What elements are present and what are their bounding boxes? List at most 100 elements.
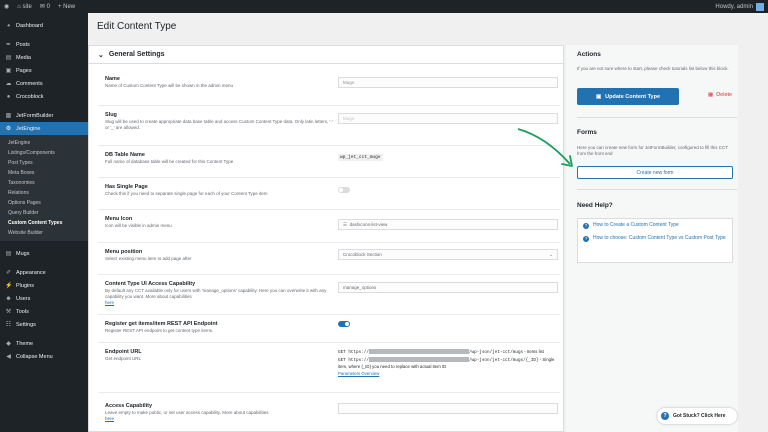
field-endpoint-url: Endpoint URL Get endpoint URL GET https:/… [98, 342, 560, 392]
sidebar-item-mugs[interactable]: ▤ Mugs [0, 247, 88, 260]
menu-position-select[interactable]: Crocoblock Section ⌄ [338, 249, 558, 260]
sidebar-item-comments[interactable]: ☁ Comments [0, 77, 88, 90]
field-desc: Name of Custom Content Type will be show… [105, 83, 233, 88]
submenu-item[interactable]: Relations [0, 188, 88, 198]
submenu-item[interactable]: Website Builder [0, 228, 88, 238]
sidebar-item-posts[interactable]: ✒ Posts [0, 38, 88, 51]
field-desc: Leave empty to make public, or set user … [105, 410, 335, 422]
sidebar-item-label: JetFormBuilder [16, 112, 54, 119]
sidebar-item-appearance[interactable]: ✐ Appearance [0, 266, 88, 279]
sidebar-item-settings[interactable]: ☷ Settings [0, 318, 88, 331]
rest-endpoint-toggle[interactable] [338, 321, 350, 327]
form-icon: ▩ [5, 113, 12, 119]
create-new-form-button[interactable]: Create new form [577, 166, 733, 179]
submenu-item[interactable]: Listings/Components [0, 148, 88, 158]
field-access-capability: Access Capability Leave empty to make pub… [98, 392, 560, 432]
single-page-toggle[interactable] [338, 187, 350, 193]
general-settings-panel: ⌄ General Settings Name Name of Custom Co… [88, 45, 564, 432]
comments-link[interactable]: ✉ 0 [40, 3, 50, 10]
trash-icon: ▦ [708, 92, 714, 98]
sidebar-item-dashboard[interactable]: ◕ Dashboard [0, 19, 88, 32]
general-settings-header[interactable]: ⌄ General Settings [89, 46, 563, 64]
settings-icon: ☷ [5, 322, 12, 328]
update-content-type-button[interactable]: ▣ Update Content Type [577, 88, 679, 105]
sidebar-item-label: Posts [16, 41, 30, 48]
field-rest-endpoint: Register get items/item REST API Endpoin… [98, 314, 560, 342]
admin-sidebar: ◕ Dashboard ✒ Posts ▤ Media ▣ Pages ☁ Comment… [0, 13, 88, 432]
field-label: Slug [105, 112, 117, 118]
access-capability-input[interactable] [338, 403, 558, 414]
field-db-table: DB Table Name Full name of database table… [98, 145, 560, 177]
db-table-name: wp_jet_cct_mugs [338, 154, 383, 161]
endpoint-path: /wp-json/jet-cct/mugs/{_ID} [468, 357, 539, 363]
chevron-down-icon: ⌄ [549, 252, 553, 257]
menu-icon-picker[interactable]: ☰ dashicons-list-view [338, 219, 558, 230]
account-menu[interactable]: Howdy, admin [715, 2, 764, 11]
sidebar-item-label: Collapse Menu [16, 353, 53, 360]
avatar [756, 2, 764, 11]
comment-icon: ☁ [5, 81, 12, 87]
user-icon: ☻ [5, 295, 12, 302]
delete-button[interactable]: ▦ Delete [708, 92, 732, 98]
wrench-icon: ⚒ [5, 309, 12, 315]
site-name: site [22, 3, 32, 10]
wordpress-logo-icon[interactable]: ◉ [4, 3, 9, 10]
plugin-icon: ⚡ [5, 283, 13, 289]
capabilities-link[interactable]: here [105, 300, 114, 305]
sidebar-item-media[interactable]: ▤ Media [0, 51, 88, 64]
delete-label: Delete [716, 92, 733, 98]
help-link-label: How to Create a Custom Content Type [593, 222, 679, 228]
name-input[interactable]: Mugs [338, 77, 558, 88]
sidebar-item-jetformbuilder[interactable]: ▩ JetFormBuilder [0, 109, 88, 122]
sidebar-item-label: Comments [16, 80, 43, 87]
submenu-item[interactable]: JetEngine [0, 138, 88, 148]
new-link[interactable]: + New [58, 4, 75, 10]
got-stuck-button[interactable]: ? Got Stuck? Click Here [657, 408, 737, 424]
sidebar-item-label: JetEngine [16, 125, 41, 132]
media-icon: ▤ [5, 55, 12, 61]
sidebar-item-label: Settings [16, 321, 36, 328]
submenu-item[interactable]: Post Types [0, 158, 88, 168]
help-link[interactable]: ? How to choose: Custom Content Type vs C… [578, 232, 732, 245]
pin-icon: ✒ [5, 42, 12, 48]
question-icon: ? [583, 236, 589, 242]
field-desc-text: By default any CCT available only for us… [105, 288, 327, 299]
help-link-label: How to choose: Custom Content Type vs Cu… [593, 235, 726, 241]
help-link[interactable]: ? How to Create a Custom Content Type [578, 219, 732, 232]
help-chat-icon: ? [661, 412, 669, 420]
sidebar-item-label: Pages [16, 67, 32, 74]
field-label: Access Capability [105, 403, 153, 409]
site-link[interactable]: ⌂ site [17, 4, 32, 10]
submenu-item[interactable]: Query Builder [0, 208, 88, 218]
endpoint-note: - Items list [523, 349, 544, 354]
new-label: New [63, 3, 76, 10]
sidebar-item-label: Media [16, 54, 31, 61]
sidebar-item-plugins[interactable]: ⚡ Plugins [0, 279, 88, 292]
sidebar-item-pages[interactable]: ▣ Pages [0, 64, 88, 77]
sidebar-item-label: Mugs [16, 250, 30, 257]
redacted-domain [368, 349, 469, 355]
submenu-item-current[interactable]: Custom Content Types [0, 218, 88, 228]
sidebar-item-users[interactable]: ☻ Users [0, 292, 88, 305]
field-name: Name Name of Custom Content Type will be … [98, 70, 560, 105]
parameters-overview-link[interactable]: Parameters Overview [338, 371, 379, 376]
sidebar-item-crocoblock[interactable]: ● Crocoblock [0, 90, 88, 103]
slug-input[interactable]: Mugs [338, 113, 558, 124]
submenu-item[interactable]: Options Pages [0, 198, 88, 208]
field-desc: Register REST API endpoint to get conten… [105, 328, 214, 333]
question-icon: ? [583, 223, 589, 229]
field-menu-position: Menu position Select existing menu item t… [98, 242, 560, 274]
sidebar-item-jetengine[interactable]: ⚙ JetEngine [0, 122, 88, 135]
submenu-item[interactable]: Meta Boxes [0, 168, 88, 178]
capabilities-link[interactable]: here [105, 416, 114, 421]
field-label: DB Table Name [105, 152, 145, 158]
sidebar-item-tools[interactable]: ⚒ Tools [0, 305, 88, 318]
endpoint-urls: GET https:// /wp-json/jet-cct/mugs - Item… [338, 349, 560, 377]
ui-capability-input[interactable]: manage_options [338, 282, 558, 293]
field-single-page: Has Single Page Check this if you need to… [98, 177, 560, 209]
field-desc: Icon will be visible in admin menu [105, 223, 172, 228]
submenu-item[interactable]: Taxonomies [0, 178, 88, 188]
jetengine-submenu: JetEngine Listings/Components Post Types… [0, 135, 88, 241]
sidebar-item-theme[interactable]: ◆ Theme [0, 337, 88, 350]
collapse-menu-button[interactable]: ◀ Collapse Menu [0, 350, 88, 363]
